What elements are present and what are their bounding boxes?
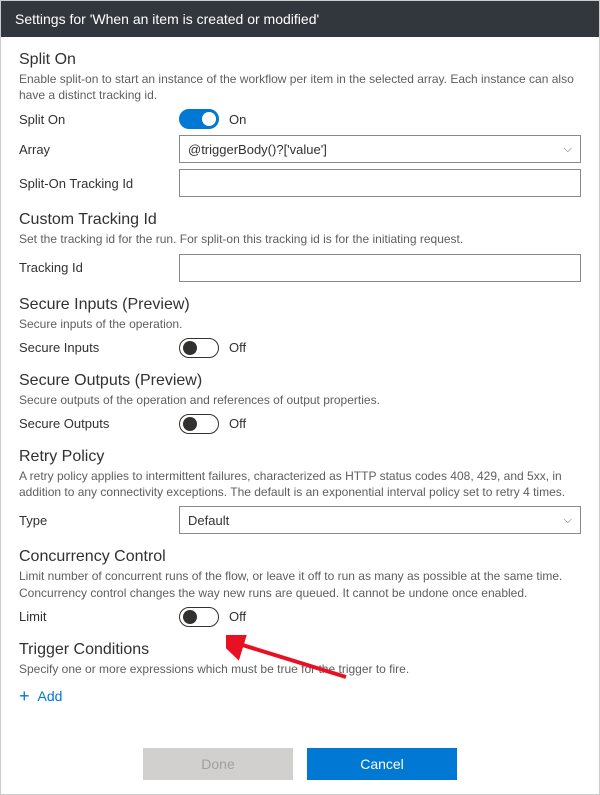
secure-outputs-desc: Secure outputs of the operation and refe… <box>19 392 581 408</box>
section-trigger-conditions: Trigger Conditions Specify one or more e… <box>19 641 581 709</box>
split-on-desc: Enable split-on to start an instance of … <box>19 71 581 103</box>
trigger-conditions-title: Trigger Conditions <box>19 641 581 659</box>
retry-type-label: Type <box>19 513 179 528</box>
cancel-button[interactable]: Cancel <box>307 748 457 780</box>
section-split-on: Split On Enable split-on to start an ins… <box>19 51 581 197</box>
secure-inputs-toggle[interactable] <box>179 338 219 358</box>
chevron-down-icon: ⌵ <box>564 514 572 527</box>
secure-inputs-desc: Secure inputs of the operation. <box>19 316 581 332</box>
dialog-header: Settings for 'When an item is created or… <box>1 1 599 37</box>
section-custom-tracking: Custom Tracking Id Set the tracking id f… <box>19 211 581 281</box>
chevron-down-icon: ⌵ <box>564 143 572 156</box>
tracking-id-input[interactable] <box>179 254 581 282</box>
concurrency-desc: Limit number of concurrent runs of the f… <box>19 568 581 600</box>
split-on-toggle-label: Split On <box>19 112 179 127</box>
array-label: Array <box>19 142 179 157</box>
concurrency-title: Concurrency Control <box>19 548 581 566</box>
trigger-conditions-desc: Specify one or more expressions which mu… <box>19 661 581 677</box>
dialog-footer: Done Cancel <box>1 748 599 780</box>
secure-inputs-label: Secure Inputs <box>19 340 179 355</box>
section-secure-inputs: Secure Inputs (Preview) Secure inputs of… <box>19 296 581 358</box>
retry-type-select[interactable]: Default ⌵ <box>179 506 581 534</box>
add-label: Add <box>38 688 63 704</box>
secure-outputs-title: Secure Outputs (Preview) <box>19 372 581 390</box>
split-on-tracking-label: Split-On Tracking Id <box>19 176 179 191</box>
tracking-id-label: Tracking Id <box>19 260 179 275</box>
secure-outputs-label: Secure Outputs <box>19 416 179 431</box>
split-on-toggle-state: On <box>229 112 246 127</box>
retry-title: Retry Policy <box>19 448 581 466</box>
secure-outputs-state: Off <box>229 416 246 431</box>
split-on-tracking-input[interactable] <box>179 169 581 197</box>
split-on-title: Split On <box>19 51 581 69</box>
split-on-toggle[interactable] <box>179 109 219 129</box>
concurrency-limit-label: Limit <box>19 609 179 624</box>
secure-outputs-toggle[interactable] <box>179 414 219 434</box>
custom-tracking-title: Custom Tracking Id <box>19 211 581 229</box>
section-retry: Retry Policy A retry policy applies to i… <box>19 448 581 534</box>
custom-tracking-desc: Set the tracking id for the run. For spl… <box>19 231 581 247</box>
retry-desc: A retry policy applies to intermittent f… <box>19 468 581 500</box>
concurrency-toggle[interactable] <box>179 607 219 627</box>
array-select[interactable]: @triggerBody()?['value'] ⌵ <box>179 135 581 163</box>
dialog-content: Split On Enable split-on to start an ins… <box>1 37 599 709</box>
add-condition-button[interactable]: + Add <box>19 683 62 709</box>
secure-inputs-state: Off <box>229 340 246 355</box>
done-button[interactable]: Done <box>143 748 293 780</box>
concurrency-state: Off <box>229 609 246 624</box>
dialog-title: Settings for 'When an item is created or… <box>15 11 319 27</box>
secure-inputs-title: Secure Inputs (Preview) <box>19 296 581 314</box>
array-value: @triggerBody()?['value'] <box>188 142 327 157</box>
plus-icon: + <box>19 687 30 705</box>
section-secure-outputs: Secure Outputs (Preview) Secure outputs … <box>19 372 581 434</box>
retry-type-value: Default <box>188 513 229 528</box>
section-concurrency: Concurrency Control Limit number of conc… <box>19 548 581 626</box>
